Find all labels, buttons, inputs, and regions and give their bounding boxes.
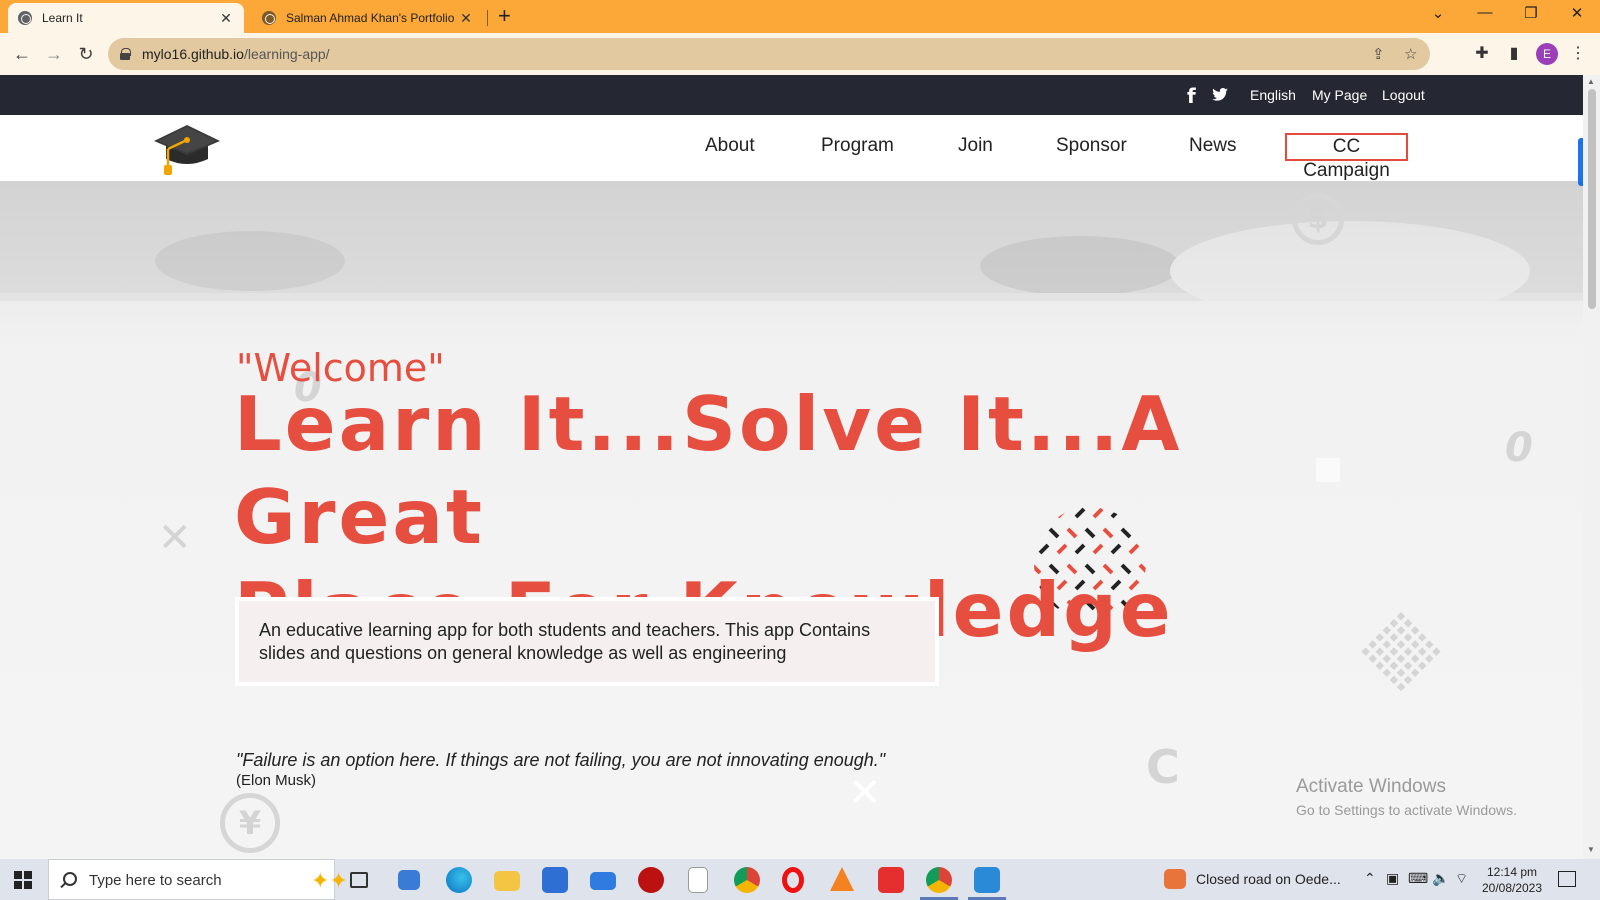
browser-tab-bar: Learn It ✕ Salman Ahmad Khan's Portfolio… — [0, 0, 1600, 33]
search-icon — [63, 872, 77, 886]
nav-join[interactable]: Join — [958, 135, 993, 157]
clock-date: 20/08/2023 — [1481, 881, 1543, 895]
nav-cc-campaign[interactable]: CC Campaign — [1285, 133, 1408, 181]
tab-learn-it[interactable]: Learn It ✕ — [8, 3, 244, 33]
side-indicator — [1578, 138, 1583, 186]
meet-now-icon[interactable]: ▣ — [1386, 870, 1399, 887]
vscode-icon[interactable] — [974, 867, 1000, 893]
browser-toolbar: ← → ↻ mylo16.github.io/learning-app/ ⇪ ☆… — [0, 33, 1600, 75]
scroll-up-arrow[interactable]: ▲ — [1587, 77, 1595, 86]
nav-news[interactable]: News — [1189, 135, 1237, 157]
windows-start-icon[interactable] — [14, 871, 32, 889]
my-page-link[interactable]: My Page — [1312, 87, 1367, 103]
edge-icon[interactable] — [446, 867, 472, 893]
wifi-icon[interactable]: ⌔ — [1455, 870, 1468, 888]
mail-icon[interactable] — [590, 872, 616, 890]
tab-title: Learn It — [42, 11, 83, 25]
app-icon[interactable] — [638, 867, 664, 893]
vlc-icon[interactable] — [830, 867, 854, 891]
url-path: /learning-app/ — [243, 46, 330, 62]
headline-line-1: Learn It...Solve It...A Great — [234, 380, 1183, 561]
extensions-icon[interactable]: ✚ — [1472, 43, 1492, 63]
activate-windows-title: Activate Windows — [1296, 776, 1446, 797]
description-box: An educative learning app for both stude… — [235, 597, 939, 686]
new-tab-button[interactable]: + — [498, 4, 511, 28]
tab-title: Salman Ahmad Khan's Portfolio — [286, 11, 455, 25]
media-app-icon[interactable] — [878, 867, 904, 893]
site-top-bar: f English My Page Logout — [0, 75, 1583, 115]
notepad-icon[interactable] — [688, 867, 708, 893]
cross-decoration-icon: ✕ — [158, 515, 192, 561]
bookmark-star-icon[interactable]: ☆ — [1404, 45, 1417, 63]
traffic-notification[interactable]: Closed road on Oede... — [1196, 871, 1341, 887]
logout-link[interactable]: Logout — [1382, 87, 1425, 103]
twitter-icon[interactable] — [1212, 88, 1228, 101]
store-icon[interactable] — [542, 867, 568, 893]
grey-diamond-pattern — [1361, 611, 1441, 692]
url-text[interactable]: mylo16.github.io/learning-app/ — [142, 46, 330, 62]
language-link[interactable]: English — [1250, 87, 1296, 103]
file-explorer-icon[interactable] — [494, 871, 520, 891]
nav-sponsor[interactable]: Sponsor — [1056, 135, 1127, 157]
close-window-button[interactable]: ✕ — [1565, 4, 1589, 22]
windows-taskbar: Type here to search ✦✦ Closed road on Oe… — [0, 859, 1600, 900]
c-decoration-icon: C — [1146, 740, 1180, 794]
scroll-thumb[interactable] — [1588, 89, 1596, 309]
task-view-icon[interactable] — [350, 872, 368, 888]
zero-decoration-icon: 0 — [1505, 425, 1533, 471]
search-placeholder: Type here to search — [89, 872, 222, 889]
nav-program[interactable]: Program — [821, 135, 894, 157]
web-page: $ 0 0 ✕ ✕ C ¥ f English My Page Logout A… — [0, 75, 1583, 859]
opera-icon[interactable] — [782, 867, 804, 893]
share-icon[interactable]: ⇪ — [1372, 45, 1385, 63]
cross-decoration-icon: ✕ — [848, 770, 882, 816]
taskbar-search[interactable]: Type here to search ✦✦ — [48, 859, 348, 900]
hero-background-image — [0, 181, 1583, 301]
dollar-decoration-icon: $ — [1292, 193, 1344, 245]
back-button[interactable]: ← — [10, 42, 34, 66]
quote-author: (Elon Musk) — [236, 772, 317, 789]
search-highlight-icon: ✦✦ — [311, 868, 348, 893]
yen-decoration-icon: ¥ — [220, 793, 280, 853]
show-hidden-icons[interactable]: ⌃ — [1364, 870, 1376, 887]
globe-icon — [262, 11, 276, 25]
quote-text: "Failure is an option here. If things ar… — [236, 750, 886, 770]
language-icon[interactable]: ⌨ — [1408, 870, 1428, 887]
tab-divider — [487, 10, 488, 26]
address-bar[interactable]: mylo16.github.io/learning-app/ ⇪ ☆ — [108, 38, 1430, 70]
profile-avatar[interactable]: E — [1536, 43, 1558, 65]
side-panel-icon[interactable]: ▮ — [1504, 43, 1524, 63]
system-clock[interactable]: 12:14 pm 20/08/2023 — [1476, 864, 1548, 896]
close-icon[interactable]: ✕ — [218, 10, 234, 27]
facebook-icon[interactable]: f — [1187, 84, 1196, 108]
lock-icon — [120, 48, 131, 60]
scroll-down-arrow[interactable]: ▼ — [1587, 845, 1595, 854]
restore-button[interactable]: ❐ — [1519, 4, 1543, 22]
notification-center-icon[interactable] — [1558, 871, 1576, 887]
nav-about[interactable]: About — [705, 135, 755, 157]
page-scrollbar[interactable]: ▲ ▼ — [1583, 75, 1600, 859]
volume-icon[interactable]: 🔈 — [1432, 870, 1449, 887]
globe-icon — [18, 11, 32, 25]
minimize-button[interactable]: — — [1473, 4, 1497, 21]
url-host: mylo16.github.io — [142, 46, 244, 62]
close-icon[interactable]: ✕ — [458, 10, 474, 27]
traffic-car-icon[interactable] — [1164, 869, 1186, 889]
activate-windows-subtitle: Go to Settings to activate Windows. — [1296, 802, 1517, 818]
menu-icon[interactable]: ⋮ — [1568, 43, 1588, 63]
tab-search-icon[interactable]: ⌄ — [1426, 4, 1450, 22]
chrome-profile-icon[interactable] — [926, 867, 952, 893]
graduation-cap-logo[interactable] — [154, 119, 220, 177]
tab-portfolio[interactable]: Salman Ahmad Khan's Portfolio ✕ — [252, 3, 484, 33]
widgets-icon[interactable] — [398, 870, 420, 890]
reload-button[interactable]: ↻ — [74, 42, 98, 66]
forward-button[interactable]: → — [42, 42, 66, 66]
main-navigation: About Program Join Sponsor News CC Campa… — [0, 115, 1583, 181]
clock-time: 12:14 pm — [1486, 865, 1538, 879]
chrome-icon[interactable] — [734, 867, 760, 893]
